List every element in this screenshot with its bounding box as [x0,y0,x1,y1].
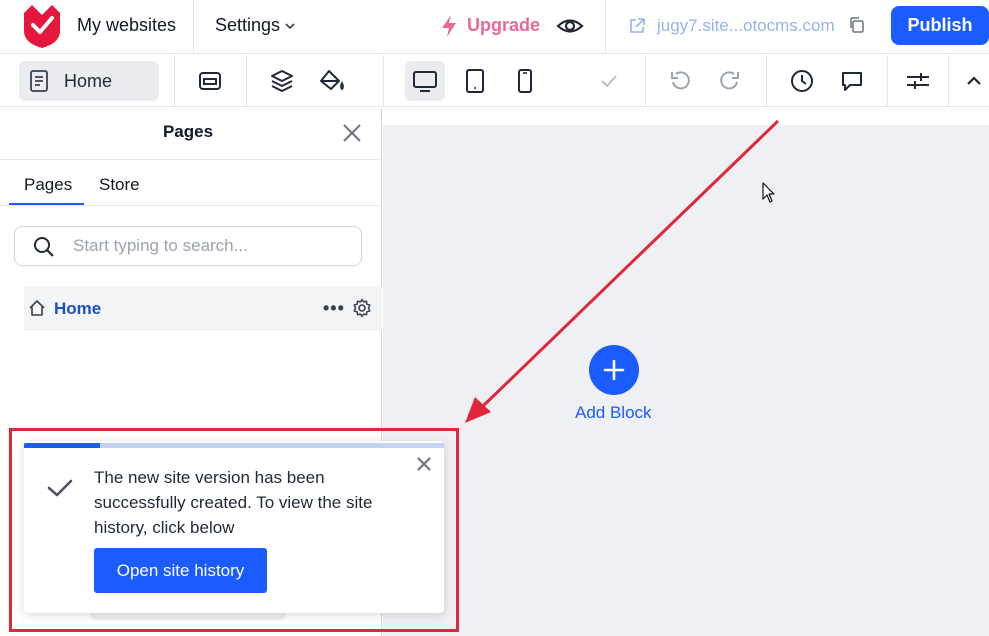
undo-icon[interactable] [666,67,694,95]
gear-icon[interactable] [352,298,372,318]
divider [0,159,382,160]
home-icon [29,300,45,316]
publish-button[interactable]: Publish [891,6,989,45]
current-page-selector[interactable]: Home [19,61,159,101]
lightning-icon[interactable] [440,14,458,38]
divider [766,55,767,107]
sections-icon[interactable] [196,67,224,95]
my-websites-link[interactable]: My websites [77,15,176,36]
page-item-home[interactable]: Home ••• [24,286,382,331]
divider [605,0,606,54]
open-site-history-button[interactable]: Open site history [94,548,267,593]
toast-progress-track [24,443,444,448]
divider [887,55,888,107]
tab-store[interactable]: Store [99,175,140,195]
search-box[interactable] [14,226,362,266]
mobile-icon[interactable] [511,67,539,95]
close-icon[interactable] [341,122,363,144]
page-name[interactable]: Home [54,299,101,319]
divider [948,55,949,107]
divider [383,55,384,107]
document-icon [30,70,48,92]
divider [645,55,646,107]
checkmark-icon [47,479,73,497]
plus-icon [603,359,625,381]
divider [0,205,382,206]
top-bar: My websites Settings Upgrade jugy7.site.… [0,0,989,54]
toast-message: The new site version has been successful… [94,468,373,537]
copy-icon[interactable] [848,16,866,34]
panel-title: Pages [162,122,214,141]
divider [193,0,194,54]
search-input[interactable] [73,228,353,264]
chevron-down-icon[interactable] [284,20,296,32]
add-block-button[interactable] [589,345,639,395]
comment-icon[interactable] [838,67,866,95]
tablet-icon[interactable] [461,67,489,95]
success-toast: The new site version has been successful… [24,441,444,613]
more-options-icon[interactable]: ••• [323,298,345,319]
close-icon[interactable] [415,455,433,473]
editor-toolbar: Home [0,55,989,107]
mouse-cursor-icon [762,182,775,203]
sliders-icon[interactable] [904,67,932,95]
layers-icon[interactable] [268,67,296,95]
settings-menu[interactable]: Settings [215,15,280,36]
add-block-label[interactable]: Add Block [575,403,652,423]
desktop-icon[interactable] [411,67,439,95]
empty-page-area[interactable] [383,125,989,636]
site-url-link[interactable]: jugy7.site...otocms.com [657,16,835,36]
current-page-label: Home [64,71,113,91]
divider [246,55,247,107]
redo-icon[interactable] [716,67,744,95]
search-icon [34,237,54,257]
chevron-up-icon[interactable] [960,67,988,95]
paint-bucket-icon[interactable] [318,67,346,95]
eye-icon[interactable] [556,14,584,38]
toast-progress-bar [24,443,100,448]
app-logo-icon[interactable] [18,1,66,49]
tab-pages[interactable]: Pages [24,175,72,195]
history-clock-icon[interactable] [788,67,816,95]
external-link-icon[interactable] [628,17,646,35]
upgrade-button[interactable]: Upgrade [467,15,540,36]
divider [174,55,175,107]
check-icon[interactable] [595,67,623,95]
